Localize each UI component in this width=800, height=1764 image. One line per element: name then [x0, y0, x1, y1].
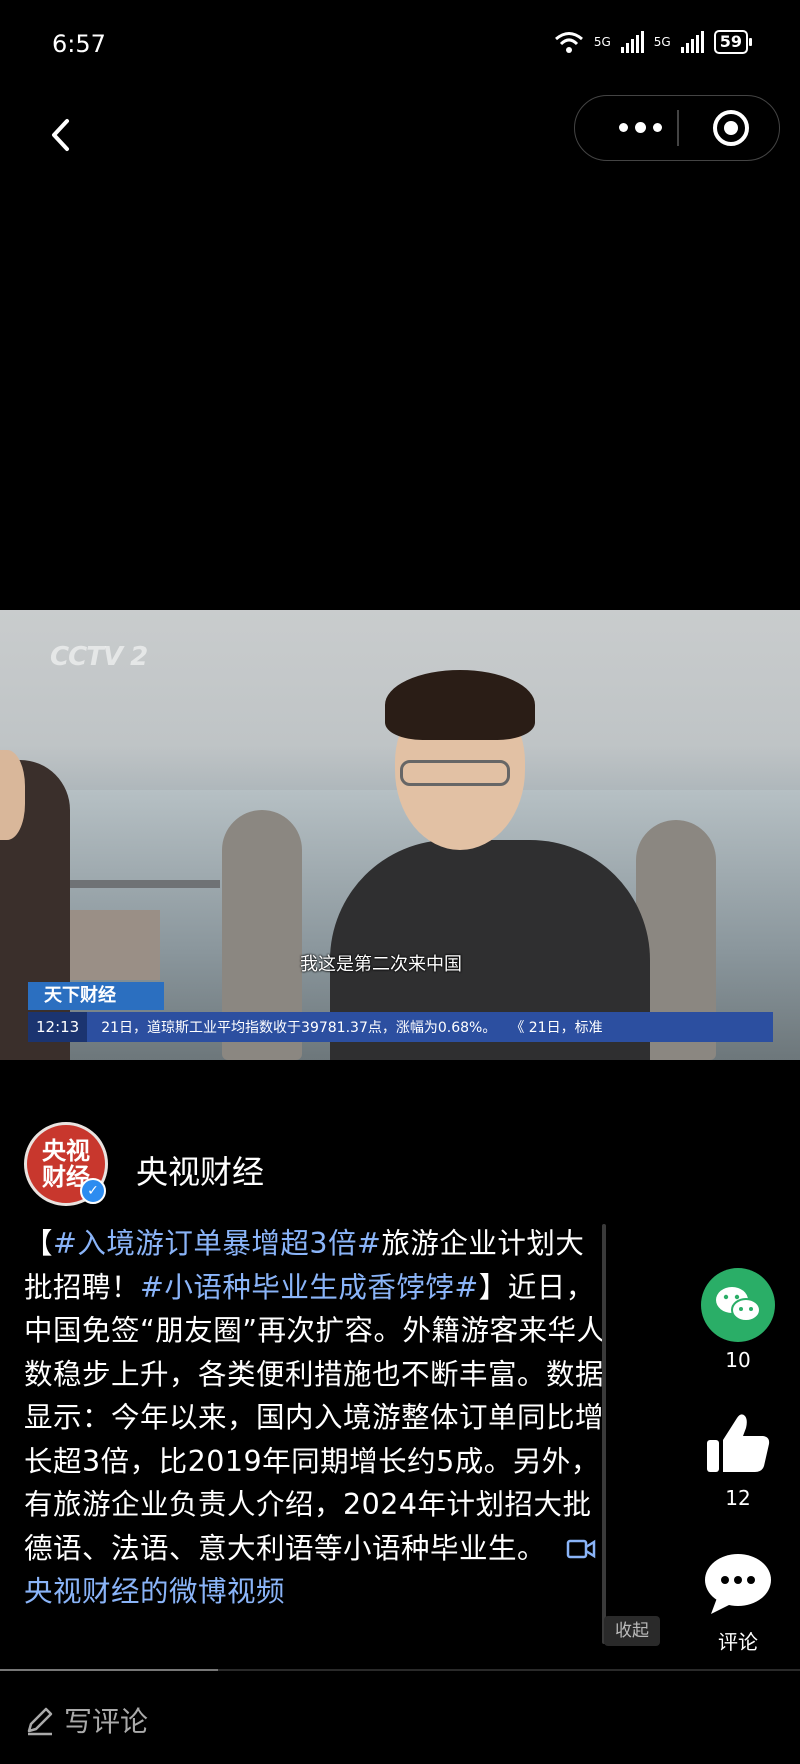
network-label-1: 5G	[593, 35, 611, 49]
wechat-share-button[interactable]	[701, 1268, 775, 1342]
dot	[618, 123, 628, 132]
progress-divider	[0, 1669, 800, 1671]
pencil-icon	[27, 1707, 53, 1736]
ticker-text: 21日，道琼斯工业平均指数收于39781.37点，涨幅为0.68%。 《 21日…	[101, 1020, 603, 1036]
chevron-left-icon	[52, 119, 69, 151]
like-action[interactable]: 12	[690, 1410, 786, 1510]
comment-action[interactable]: 评论	[690, 1552, 786, 1655]
battery-level: 59	[719, 32, 742, 51]
clock: 6:57	[52, 30, 106, 58]
author-name[interactable]: 央视财经	[136, 1147, 264, 1193]
interviewee-hair	[385, 670, 535, 740]
battery-icon: 59	[713, 30, 753, 54]
collapse-button[interactable]: 收起	[604, 1616, 660, 1646]
share-action[interactable]: 10	[690, 1268, 786, 1372]
share-count: 10	[725, 1348, 751, 1372]
like-count: 12	[725, 1486, 751, 1510]
post-content: 【#入境游订单暴增超3倍#旅游企业计划大批招聘！#小语种毕业生成香饽饽#】近日，…	[24, 1222, 608, 1642]
verified-badge-icon: ✓	[80, 1178, 106, 1204]
comment-bubble-icon	[705, 1554, 771, 1614]
write-comment-label: 写评论	[64, 1705, 149, 1738]
glasses	[400, 760, 510, 786]
news-ticker: 12:13 21日，道琼斯工业平均指数收于39781.37点，涨幅为0.68%。…	[28, 1012, 773, 1042]
hashtag-link[interactable]: #小语种毕业生成香饽饽#	[140, 1271, 479, 1304]
write-comment-button[interactable]: 写评论	[24, 1700, 148, 1740]
close-miniprogram-button[interactable]	[711, 108, 751, 148]
target-icon	[713, 110, 749, 146]
dot	[634, 122, 646, 133]
status-icons: 5G 5G 59	[554, 30, 753, 54]
program-tag: 天下财经	[28, 982, 164, 1010]
hashtag-link[interactable]: #入境游订单暴增超3倍#	[53, 1227, 381, 1260]
wechat-icon	[716, 1287, 761, 1322]
capsule-divider	[677, 110, 679, 146]
signal-icon	[620, 31, 644, 53]
network-label-2: 5G	[653, 35, 671, 49]
video-player[interactable]: CCTV 2 我这是第二次来中国 天下财经 12:13 21日，道琼斯工业平均指…	[0, 610, 800, 1060]
miniprogram-capsule	[574, 95, 780, 161]
ticker-time: 12:13	[28, 1012, 88, 1042]
bracket-open: 【	[24, 1227, 54, 1260]
back-button[interactable]	[40, 110, 80, 160]
video-camera-icon	[566, 1539, 595, 1558]
wifi-icon	[554, 32, 583, 53]
signal-icon-2	[680, 31, 704, 53]
progress-fill	[0, 1669, 218, 1671]
post-text: 】近日，中国免签“朋友圈”再次扩容。外籍游客来华人数稳步上升，各类便利措施也不断…	[24, 1270, 606, 1565]
comment-label: 评论	[718, 1630, 758, 1654]
dot	[652, 123, 662, 132]
status-bar: 6:57 5G 5G 59	[0, 0, 800, 90]
more-button[interactable]	[595, 96, 685, 159]
video-subtitle: 我这是第二次来中国	[300, 954, 462, 975]
text-scrollbar[interactable]	[602, 1224, 606, 1644]
thumbs-up-icon	[707, 1414, 770, 1472]
channel-logo: CCTV 2	[50, 642, 148, 672]
video-link-text: 央视财经的微博视频	[24, 1575, 286, 1608]
